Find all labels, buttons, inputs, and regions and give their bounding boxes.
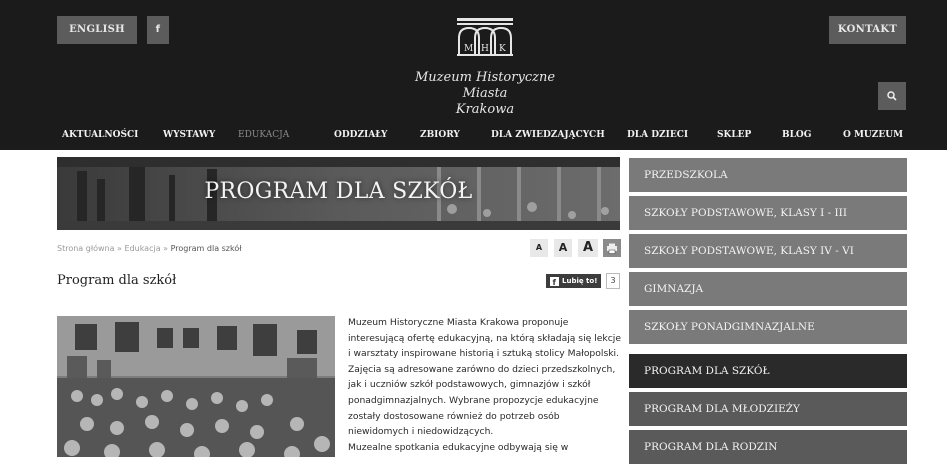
nav-item-aktualnosci[interactable]: AKTUALNOŚCI [62,130,138,140]
search-icon [887,91,897,101]
mhk-logo-icon: M H K [457,18,513,56]
breadcrumb-separator: » [160,244,171,253]
site-header: ENGLISH f M H K Muzeum Historyczne Miast… [0,0,947,150]
content-line: Zajęcia są adresowane zarówno do dzieci … [348,363,616,375]
nav-item-zbiory[interactable]: ZBIORY [420,130,460,140]
classroom-photo [57,316,335,457]
font-size-medium-button[interactable]: A [554,239,572,257]
nav-item-dla-zwiedzajacych[interactable]: DLA ZWIEDZAJĄCYCH [491,130,605,140]
like-label: Lubię to! [562,277,598,285]
svg-text:f: f [553,278,557,286]
nav-item-dla-dzieci[interactable]: DLA DZIECI [627,130,688,140]
content-line: Muzeum Historyczne Miasta Krakowa propon… [348,317,569,328]
english-button[interactable]: ENGLISH [57,16,137,44]
logo-letter-h: H [481,44,489,54]
page-title: Program dla szkół [57,273,177,288]
font-size-small-button[interactable]: A [530,239,548,257]
print-button[interactable] [603,239,621,257]
nav-item-sklep[interactable]: SKLEP [717,130,751,140]
font-size-tools: A A A [530,239,621,257]
museum-name: Muzeum Historyczne Miasta Krakowa [410,70,560,118]
content-line: interesującą ofertę edukacyjną, na którą… [348,332,621,344]
content-line: jak i uczniów szkół podstawowych, gimnaz… [348,379,591,391]
page-banner: PROGRAM DLA SZKÓŁ [57,157,620,230]
like-count: 3 [606,273,620,289]
breadcrumb-edukacja[interactable]: Edukacja [124,244,160,253]
breadcrumb-home[interactable]: Strona główna [57,244,115,253]
sidebar-item-szkoly-ponadgimnazjalne[interactable]: SZKOŁY PONADGIMNAZJALNE [629,310,907,344]
font-size-large-button[interactable]: A [578,239,598,257]
breadcrumb-current: Program dla szkół [170,244,242,253]
nav-item-oddzialy[interactable]: ODDZIAŁY [334,130,387,140]
museum-name-line1: Muzeum Historyczne Miasta [414,70,556,101]
sidebar-item-program-dla-rodzin[interactable]: PROGRAM DLA RODZIN [629,430,907,464]
content-line: ponadgimnazjalnych. Wybrane propozycje e… [348,394,599,406]
banner-title: PROGRAM DLA SZKÓŁ [204,179,473,204]
breadcrumb: Strona główna » Edukacja » Program dla s… [57,244,242,253]
logo-letter-k: K [499,44,506,54]
facebook-button[interactable]: f [147,16,169,44]
nav-item-blog[interactable]: BLOG [782,130,811,140]
main-nav: AKTUALNOŚCI WYSTAWY EDUKACJA ODDZIAŁY ZB… [0,122,947,148]
sidebar-item-przedszkola[interactable]: PRZEDSZKOLA [629,158,907,192]
contact-button[interactable]: KONTAKT [829,16,906,44]
logo-letter-m: M [464,44,473,54]
search-button[interactable] [878,82,906,110]
facebook-like-button[interactable]: f Lubię to! [546,274,602,288]
print-icon [607,243,617,254]
content-line: i warsztaty inspirowane historią i sztuk… [348,348,620,360]
breadcrumb-separator: » [114,244,125,253]
logo[interactable]: M H K Muzeum Historyczne Miasta Krakowa [410,16,560,118]
sidebar-item-szkoly-podstawowe-4-6[interactable]: SZKOŁY PODSTAWOWE, KLASY IV - VI [629,234,907,268]
content-line: zostały dostosowane również do potrzeb o… [348,410,560,422]
sidebar-item-szkoly-podstawowe-1-3[interactable]: SZKOŁY PODSTAWOWE, KLASY I - III [629,196,907,230]
content-line: Muzealne spotkania edukacyjne odbywają s… [348,441,569,453]
nav-item-edukacja[interactable]: EDUKACJA [238,130,289,140]
nav-item-o-muzeum[interactable]: O MUZEUM [843,130,903,140]
sidebar-item-gimnazja[interactable]: GIMNAZJA [629,272,907,306]
content-photo [57,316,335,457]
sidebar-item-program-dla-szkol[interactable]: PROGRAM DLA SZKÓŁ [629,354,907,388]
nav-item-wystawy[interactable]: WYSTAWY [163,130,215,140]
content-line: niewidomych i niedowidzących. [348,426,494,438]
facebook-icon: f [550,276,559,286]
sidebar-item-program-dla-mlodziezy[interactable]: PROGRAM DLA MŁODZIEŻY [629,392,907,426]
content-text: Muzeum Historyczne Miasta Krakowa propon… [348,315,628,455]
top-left-buttons: ENGLISH f [57,16,169,44]
museum-name-line2: Krakowa [455,102,515,117]
